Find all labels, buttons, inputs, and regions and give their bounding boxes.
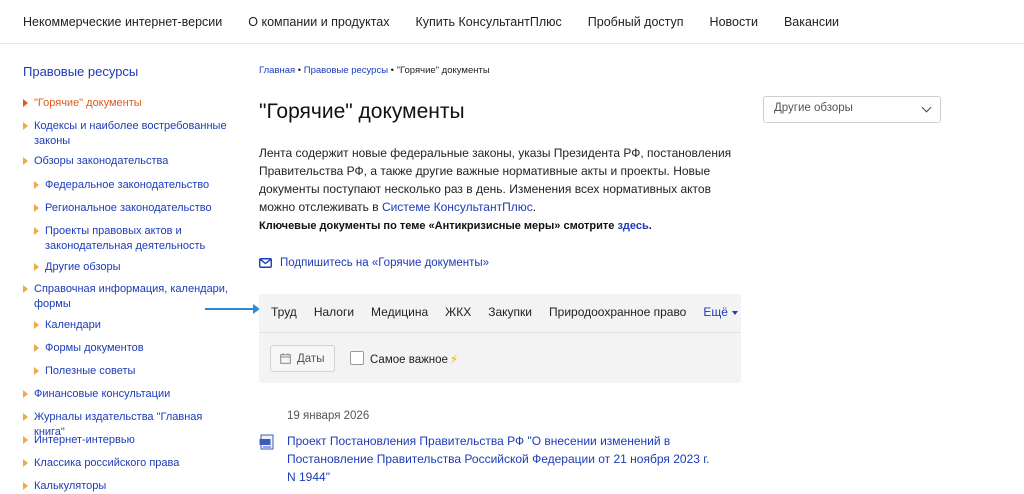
bullet-arrow-icon: [23, 285, 28, 293]
breadcrumb-section[interactable]: Правовые ресурсы: [304, 65, 388, 76]
sidebar-item-other-reviews[interactable]: Другие обзоры: [34, 260, 229, 275]
breadcrumb-current: "Горячие" документы: [396, 65, 490, 76]
bullet-arrow-icon: [23, 99, 28, 107]
breadcrumb-separator: •: [388, 65, 397, 76]
caret-down-icon: [731, 310, 738, 315]
annotation-arrow-line: [205, 308, 255, 310]
tab-more-label: Ещё: [703, 305, 728, 319]
bullet-arrow-icon: [23, 436, 28, 444]
page-title: "Горячие" документы: [259, 100, 465, 123]
sidebar-item-calendars[interactable]: Календари: [34, 318, 229, 333]
bullet-arrow-icon: [34, 263, 39, 271]
sidebar-item-drafts[interactable]: Проекты правовых актов и законодательная…: [34, 224, 229, 254]
sidebar-item-forms[interactable]: Формы документов: [34, 341, 229, 356]
chevron-down-icon: [921, 102, 932, 113]
important-checkbox[interactable]: [350, 351, 364, 365]
description: Лента содержит новые федеральные законы,…: [259, 144, 749, 216]
bullet-arrow-icon: [23, 413, 28, 421]
filters-divider: [259, 332, 741, 333]
nav-news[interactable]: Новости: [710, 15, 758, 29]
lightning-icon: ⚡: [449, 354, 459, 366]
calendar-icon: [280, 353, 291, 364]
sidebar-item-regional[interactable]: Региональное законодательство: [34, 201, 229, 216]
sidebar-item-legislation-reviews[interactable]: Обзоры законодательства: [23, 154, 233, 169]
key-documents-link[interactable]: здесь: [617, 220, 648, 232]
subscribe-link[interactable]: Подпишитесь на «Горячие документы»: [259, 257, 489, 269]
nav-about[interactable]: О компании и продуктах: [248, 15, 389, 29]
nav-noncommercial[interactable]: Некоммерческие интернет-версии: [23, 15, 222, 29]
bullet-arrow-icon: [23, 459, 28, 467]
tab-medicine[interactable]: Медицина: [371, 305, 428, 319]
bullet-arrow-icon: [34, 181, 39, 189]
breadcrumb-home[interactable]: Главная: [259, 65, 295, 76]
bullet-arrow-icon: [23, 390, 28, 398]
sidebar-item-reference[interactable]: Справочная информация, календари, формы: [23, 282, 233, 312]
breadcrumb: Главная • Правовые ресурсы • "Горячие" д…: [259, 65, 490, 76]
key-documents-end: .: [648, 220, 652, 232]
envelope-icon: [259, 258, 272, 268]
key-documents-note: Ключевые документы по теме «Антикризисны…: [259, 220, 652, 232]
document-title-link[interactable]: Проект Постановления Правительства РФ "О…: [287, 432, 717, 486]
breadcrumb-separator: •: [295, 65, 304, 76]
bullet-arrow-icon: [34, 344, 39, 352]
key-documents-text: Ключевые документы по теме «Антикризисны…: [259, 220, 618, 232]
document-date: 19 января 2026: [287, 410, 370, 422]
nav-vacancies[interactable]: Вакансии: [784, 15, 839, 29]
nav-trial[interactable]: Пробный доступ: [588, 15, 684, 29]
bullet-arrow-icon: [34, 321, 39, 329]
topic-tabs: Труд Налоги Медицина ЖКХ Закупки Природо…: [271, 305, 755, 319]
tab-taxes[interactable]: Налоги: [314, 305, 354, 319]
bullet-arrow-icon: [23, 122, 28, 130]
sidebar-item-interviews[interactable]: Интернет-интервью: [23, 433, 233, 448]
bullet-arrow-icon: [34, 227, 39, 235]
sidebar-item-hot-documents[interactable]: "Горячие" документы: [23, 96, 233, 111]
important-label[interactable]: Самое важное ⚡: [370, 352, 458, 366]
other-reviews-select[interactable]: Другие обзоры: [763, 96, 941, 123]
nav-buy[interactable]: Купить КонсультантПлюс: [416, 15, 562, 29]
dates-label: Даты: [297, 352, 325, 365]
sidebar-item-federal[interactable]: Федеральное законодательство: [34, 178, 229, 193]
bullet-arrow-icon: [23, 482, 28, 490]
tab-labor[interactable]: Труд: [271, 305, 297, 319]
other-reviews-label: Другие обзоры: [774, 102, 853, 114]
sidebar-item-codes[interactable]: Кодексы и наиболее востребованные законы: [23, 119, 233, 149]
sidebar: Правовые ресурсы "Горячие" документы Код…: [0, 44, 245, 494]
tab-more[interactable]: Ещё: [703, 305, 738, 319]
sidebar-item-classics[interactable]: Классика российского права: [23, 456, 233, 471]
sidebar-item-tips[interactable]: Полезные советы: [34, 364, 229, 379]
system-link[interactable]: Системе КонсультантПлюс: [382, 200, 533, 214]
document-icon: [259, 434, 274, 450]
tab-environmental[interactable]: Природоохранное право: [549, 305, 686, 319]
bullet-arrow-icon: [34, 204, 39, 212]
dates-button[interactable]: Даты: [270, 345, 335, 372]
description-end: .: [532, 200, 537, 214]
sidebar-item-calculators[interactable]: Калькуляторы: [23, 479, 233, 494]
sidebar-item-finance[interactable]: Финансовые консультации: [23, 387, 233, 402]
filters-panel: Труд Налоги Медицина ЖКХ Закупки Природо…: [259, 294, 741, 383]
bullet-arrow-icon: [23, 157, 28, 165]
top-navigation: Некоммерческие интернет-версии О компани…: [0, 0, 1024, 44]
subscribe-label: Подпишитесь на «Горячие документы»: [280, 257, 490, 269]
tab-procurement[interactable]: Закупки: [488, 305, 532, 319]
sidebar-title[interactable]: Правовые ресурсы: [23, 64, 138, 79]
tab-housing[interactable]: ЖКХ: [445, 305, 471, 319]
bullet-arrow-icon: [34, 367, 39, 375]
